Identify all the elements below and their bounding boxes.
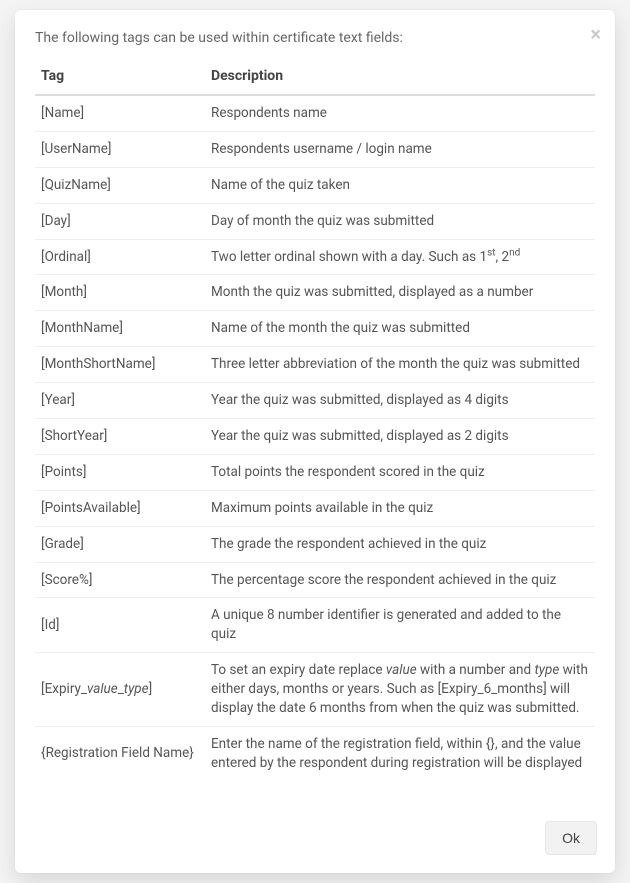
tag-cell: [Ordinal] [35, 239, 205, 275]
description-cell: Respondents name [205, 95, 595, 131]
tag-cell: [Score%] [35, 562, 205, 598]
tag-cell: [Id] [35, 598, 205, 653]
table-row: [Day]Day of month the quiz was submitted [35, 203, 595, 239]
certificate-tags-dialog: × The following tags can be used within … [15, 10, 615, 873]
tag-cell: [Name] [35, 95, 205, 131]
description-cell: The grade the respondent achieved in the… [205, 526, 595, 562]
tag-cell: [Expiry_value_type] [35, 653, 205, 727]
table-row: [MonthName]Name of the month the quiz wa… [35, 311, 595, 347]
ok-button[interactable]: Ok [545, 821, 597, 855]
tag-cell: {Registration Field Name} [35, 726, 205, 780]
description-cell: Respondents username / login name [205, 131, 595, 167]
dialog-footer: Ok [15, 781, 615, 859]
table-row: [Expiry_value_type]To set an expiry date… [35, 653, 595, 727]
description-cell: Two letter ordinal shown with a day. Suc… [205, 239, 595, 275]
description-cell: A unique 8 number identifier is generate… [205, 598, 595, 653]
table-row: [QuizName]Name of the quiz taken [35, 167, 595, 203]
intro-text: The following tags can be used within ce… [15, 12, 615, 54]
tag-cell: [ShortYear] [35, 419, 205, 455]
table-row: [Month]Month the quiz was submitted, dis… [35, 275, 595, 311]
description-cell: The percentage score the respondent achi… [205, 562, 595, 598]
description-cell: Year the quiz was submitted, displayed a… [205, 383, 595, 419]
tag-cell: [MonthName] [35, 311, 205, 347]
description-cell: Day of month the quiz was submitted [205, 203, 595, 239]
table-row: [UserName]Respondents username / login n… [35, 131, 595, 167]
description-cell: Three letter abbreviation of the month t… [205, 347, 595, 383]
tag-cell: [PointsAvailable] [35, 490, 205, 526]
tags-table: Tag Description [Name]Respondents name[U… [35, 58, 595, 781]
table-row: [ShortYear]Year the quiz was submitted, … [35, 419, 595, 455]
table-row: [Score%]The percentage score the respond… [35, 562, 595, 598]
tag-cell: [Day] [35, 203, 205, 239]
table-row: [Grade]The grade the respondent achieved… [35, 526, 595, 562]
table-row: {Registration Field Name}Enter the name … [35, 726, 595, 780]
description-cell: Total points the respondent scored in th… [205, 454, 595, 490]
tag-cell: [Grade] [35, 526, 205, 562]
table-row: [MonthShortName]Three letter abbreviatio… [35, 347, 595, 383]
tag-cell: [Month] [35, 275, 205, 311]
column-header-description: Description [205, 58, 595, 95]
description-cell: Month the quiz was submitted, displayed … [205, 275, 595, 311]
tag-cell: [QuizName] [35, 167, 205, 203]
close-icon[interactable]: × [590, 24, 601, 44]
tag-cell: [Year] [35, 383, 205, 419]
table-row: [PointsAvailable]Maximum points availabl… [35, 490, 595, 526]
description-cell: To set an expiry date replace value with… [205, 653, 595, 727]
description-cell: Name of the month the quiz was submitted [205, 311, 595, 347]
table-row: [Points]Total points the respondent scor… [35, 454, 595, 490]
table-row: [Id]A unique 8 number identifier is gene… [35, 598, 595, 653]
description-cell: Enter the name of the registration field… [205, 726, 595, 780]
tag-cell: [UserName] [35, 131, 205, 167]
table-row: [Name]Respondents name [35, 95, 595, 131]
description-cell: Maximum points available in the quiz [205, 490, 595, 526]
column-header-tag: Tag [35, 58, 205, 95]
table-row: [Ordinal]Two letter ordinal shown with a… [35, 239, 595, 275]
tag-cell: [Points] [35, 454, 205, 490]
tag-cell: [MonthShortName] [35, 347, 205, 383]
table-row: [Year]Year the quiz was submitted, displ… [35, 383, 595, 419]
description-cell: Name of the quiz taken [205, 167, 595, 203]
description-cell: Year the quiz was submitted, displayed a… [205, 419, 595, 455]
